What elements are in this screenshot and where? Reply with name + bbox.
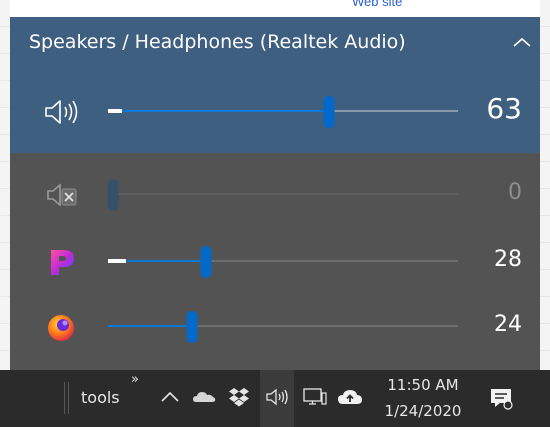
- device-header: Speakers / Headphones (Realtek Audio) 63: [10, 17, 540, 153]
- slider-fill: [108, 325, 192, 327]
- system-sounds-volume-value: 0: [508, 180, 522, 205]
- slider-thumb[interactable]: [323, 96, 334, 128]
- action-center-icon[interactable]: [488, 385, 514, 411]
- speaker-muted-icon[interactable]: [42, 180, 82, 210]
- master-volume-row: 63: [10, 89, 540, 135]
- slider-thumb[interactable]: [200, 246, 212, 278]
- peak-meter: [108, 109, 122, 113]
- background-link[interactable]: Web site: [352, 0, 402, 9]
- slider-thumb[interactable]: [186, 311, 198, 343]
- upload-icon[interactable]: [337, 384, 363, 410]
- volume-icon[interactable]: [264, 384, 290, 410]
- desktop-left-edge: [0, 0, 10, 370]
- firefox-volume-value: 24: [494, 312, 522, 337]
- chevron-up-icon[interactable]: [510, 31, 534, 55]
- onedrive-icon[interactable]: [191, 384, 217, 410]
- toolbar-separator: [64, 382, 65, 414]
- clock-time[interactable]: 11:50 AM: [368, 376, 478, 394]
- firefox-icon[interactable]: [42, 312, 82, 342]
- app-row-system-sounds: 0: [10, 172, 540, 218]
- toolbar-overflow-chevron[interactable]: »: [131, 372, 139, 387]
- slider-rail: [108, 193, 458, 195]
- firefox-volume-slider[interactable]: [108, 311, 458, 343]
- volume-mixer-flyout: Speakers / Headphones (Realtek Audio) 63: [10, 17, 540, 370]
- slider-fill: [108, 110, 329, 112]
- device-name[interactable]: Speakers / Headphones (Realtek Audio): [29, 31, 406, 53]
- toolbar-grip[interactable]: [68, 382, 69, 414]
- tools-toolbar-label[interactable]: tools: [81, 388, 120, 407]
- chevron-up-icon[interactable]: [157, 384, 183, 410]
- app-p-volume-slider[interactable]: [108, 246, 458, 278]
- taskbar: tools » 11:50 AM 1/24/2020: [0, 370, 550, 427]
- slider-thumb[interactable]: [107, 179, 119, 211]
- app-row-app-p: 28: [10, 239, 540, 285]
- dropbox-icon[interactable]: [226, 384, 252, 410]
- app-p-icon[interactable]: [42, 247, 82, 277]
- desktop-right-edge: [540, 0, 550, 370]
- app-row-firefox: 24: [10, 304, 540, 350]
- speaker-icon[interactable]: [42, 97, 82, 127]
- network-icon[interactable]: [302, 384, 328, 410]
- peak-meter: [108, 259, 126, 263]
- app-p-volume-value: 28: [494, 247, 522, 272]
- master-volume-value: 63: [486, 92, 522, 125]
- system-sounds-volume-slider[interactable]: [107, 179, 458, 211]
- clock-date[interactable]: 1/24/2020: [368, 402, 478, 420]
- master-volume-slider[interactable]: [108, 96, 458, 128]
